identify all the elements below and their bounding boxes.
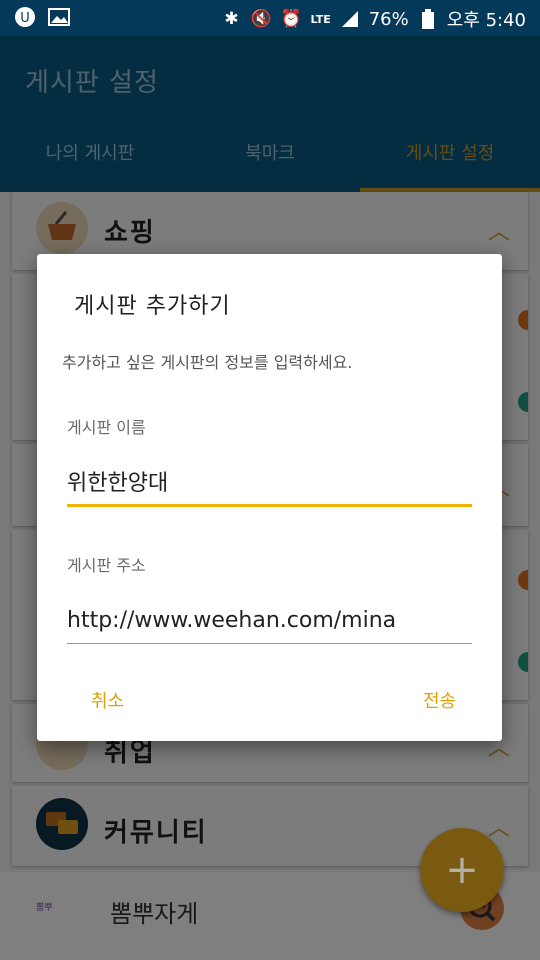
battery-percent: 76% — [368, 8, 409, 30]
submit-button[interactable]: 전송 — [417, 686, 462, 714]
add-board-fab[interactable]: + — [420, 828, 504, 912]
add-board-dialog: 게시판 추가하기 추가하고 싶은 게시판의 정보를 입력하세요. 게시판 이름 … — [37, 254, 502, 741]
plus-icon: + — [445, 847, 479, 893]
app-notification-icon: U — [14, 6, 36, 28]
svg-text:U: U — [20, 11, 30, 26]
image-icon — [48, 6, 70, 28]
mute-icon: 🔇 — [250, 9, 273, 29]
input-underline-focused — [67, 504, 472, 507]
status-bar: U ✱ 🔇 ⏰ LTE 76% 오후 5:40 — [0, 0, 540, 36]
bluetooth-icon: ✱ — [224, 9, 239, 29]
battery-icon — [417, 8, 439, 30]
network-type: LTE — [310, 12, 331, 26]
input-underline — [67, 643, 472, 644]
dialog-message: 추가하고 싶은 게시판의 정보를 입력하세요. — [62, 353, 353, 372]
dialog-title: 게시판 추가하기 — [74, 294, 231, 319]
board-url-input[interactable] — [67, 608, 472, 639]
board-name-label: 게시판 이름 — [67, 418, 146, 437]
cancel-button[interactable]: 취소 — [85, 686, 130, 714]
clock: 오후 5:40 — [446, 10, 526, 31]
signal-icon — [339, 8, 361, 30]
board-name-input[interactable] — [67, 468, 472, 499]
board-url-label: 게시판 주소 — [67, 556, 146, 575]
alarm-icon: ⏰ — [280, 9, 303, 29]
